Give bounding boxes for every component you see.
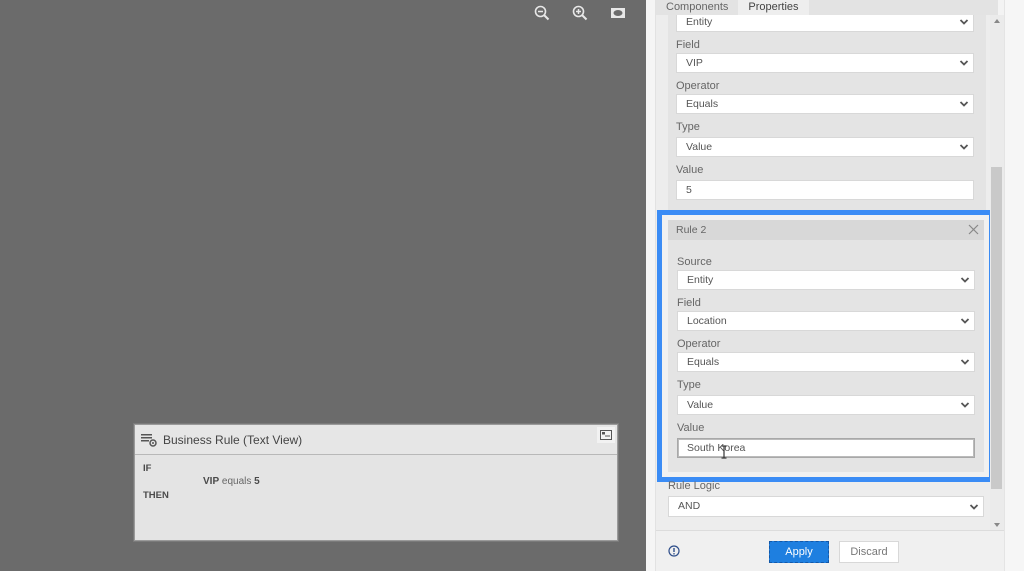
close-icon[interactable] — [967, 223, 980, 236]
rule2-type-label: Type — [677, 379, 701, 391]
panel-edge — [1004, 0, 1024, 571]
rule1-field-select[interactable]: VIP — [676, 53, 974, 73]
rule2-operator-value: Equals — [687, 356, 720, 368]
rule2-value-label: Value — [677, 422, 705, 434]
if-keyword: IF — [143, 463, 152, 474]
rule2-field-label: Field — [677, 297, 701, 309]
panel-splitter[interactable] — [646, 0, 656, 571]
rule-1-card: Entity Field VIP Operator Equals Type Va… — [668, 15, 986, 211]
business-rule-header: Business Rule (Text View) — [135, 425, 617, 455]
rule2-value-input[interactable]: South Korea — [677, 438, 975, 458]
scrollbar-thumb[interactable] — [991, 167, 1002, 489]
rule-2-highlight: Rule 2 Source Entity Field Location Oper… — [657, 210, 994, 482]
rule-logic-label: Rule Logic — [668, 480, 720, 492]
zoom-in-icon[interactable] — [571, 4, 589, 22]
rule1-type-value: Value — [686, 141, 713, 153]
chevron-down-icon — [959, 101, 969, 107]
fit-to-screen-icon[interactable] — [609, 4, 627, 22]
business-rule-body: IF VIP equals 5 THEN — [135, 455, 617, 509]
expand-view-icon[interactable] — [597, 427, 615, 443]
rule2-source-select[interactable]: Entity — [677, 270, 975, 290]
business-rule-title: Business Rule (Text View) — [163, 432, 303, 447]
zoom-out-icon[interactable] — [533, 4, 551, 22]
rule-condition: VIP equals 5 — [143, 476, 609, 487]
scroll-up-icon[interactable] — [993, 18, 1001, 24]
condition-field: VIP — [203, 476, 220, 487]
tab-properties[interactable]: Properties — [738, 0, 809, 15]
condition-operator: equals — [221, 476, 252, 487]
rule1-source-value: Entity — [686, 16, 713, 28]
properties-side-panel: Components Properties Entity Field VIP O… — [646, 0, 1024, 571]
chevron-down-icon — [960, 359, 970, 365]
business-rule-text-view: Business Rule (Text View) IF VIP equals … — [134, 424, 618, 541]
rule1-operator-select[interactable]: Equals — [676, 94, 974, 114]
rule-logic-select[interactable]: AND — [668, 496, 984, 517]
apply-button[interactable]: Apply — [769, 541, 829, 563]
chevron-down-icon — [960, 402, 970, 408]
panel-tabs: Components Properties — [656, 0, 998, 15]
rule1-field-value: VIP — [686, 57, 703, 69]
condition-value: 5 — [254, 476, 260, 487]
rule2-operator-label: Operator — [677, 338, 721, 350]
chevron-down-icon — [969, 504, 979, 510]
rule2-source-label: Source — [677, 256, 712, 268]
rule2-type-value: Value — [687, 399, 714, 411]
rule2-field-value: Location — [687, 315, 727, 327]
rule2-title: Rule 2 — [676, 224, 707, 236]
then-keyword: THEN — [143, 490, 169, 501]
rule1-operator-value: Equals — [686, 98, 719, 110]
rule1-type-select[interactable]: Value — [676, 137, 974, 157]
panel-footer: Apply Discard — [656, 530, 1004, 571]
rule2-type-select[interactable]: Value — [677, 395, 975, 415]
rule1-field-label: Field — [676, 39, 700, 51]
chevron-down-icon — [959, 144, 969, 150]
rule-logic-value: AND — [678, 500, 701, 512]
rule2-field-select[interactable]: Location — [677, 311, 975, 331]
chevron-down-icon — [959, 19, 969, 25]
rule1-source-select[interactable]: Entity — [676, 15, 974, 32]
designer-canvas[interactable]: Business Rule (Text View) IF VIP equals … — [0, 0, 646, 571]
business-rule-icon — [141, 433, 157, 447]
chevron-down-icon — [960, 277, 970, 283]
rule2-header: Rule 2 — [668, 220, 984, 240]
rule1-value-input[interactable]: 5 — [676, 180, 974, 200]
rule1-type-label: Type — [676, 121, 700, 133]
rule2-operator-select[interactable]: Equals — [677, 352, 975, 372]
tab-components[interactable]: Components — [656, 0, 738, 15]
chevron-down-icon — [959, 60, 969, 66]
rule-2-card: Rule 2 Source Entity Field Location Oper… — [668, 220, 984, 472]
vertical-scrollbar[interactable] — [990, 15, 1004, 530]
discard-button[interactable]: Discard — [839, 541, 899, 563]
rule2-source-value: Entity — [687, 274, 714, 286]
scroll-down-icon[interactable] — [993, 522, 1001, 528]
rule1-value-label: Value — [676, 164, 704, 176]
info-icon[interactable] — [668, 545, 680, 557]
chevron-down-icon — [960, 318, 970, 324]
rule1-operator-label: Operator — [676, 80, 720, 92]
